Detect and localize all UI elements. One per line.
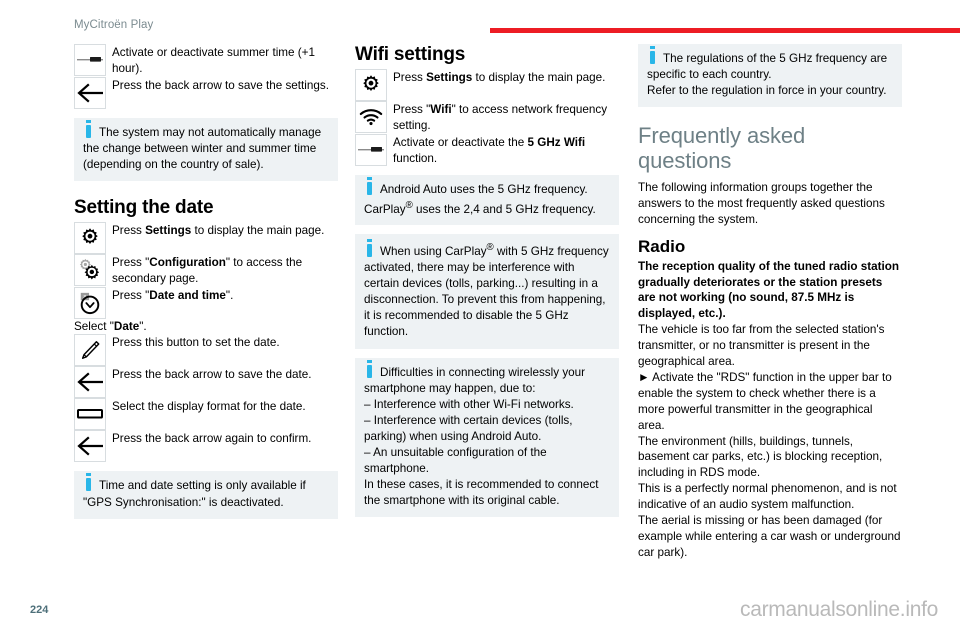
column-right: The regulations of the 5 GHz frequency a… (638, 44, 902, 561)
select-date-line: Select "Date". (74, 319, 147, 333)
info-box-text: Time and date setting is only available … (83, 473, 306, 509)
registered-mark: ® (405, 199, 413, 211)
instruction-row-set-date: Press this button to set the date. (74, 334, 338, 367)
instruction-text: Press the back arrow to save the date. (112, 368, 312, 382)
info-box-regulations: The regulations of the 5 GHz frequency a… (638, 44, 902, 108)
back-arrow-icon (74, 366, 106, 399)
configuration-gears-icon (74, 253, 106, 286)
instruction-row-wifi-press-settings: Press Settings to display the main page. (355, 68, 619, 101)
instruction-row-press-configuration: Press "Configuration" to access the seco… (74, 253, 338, 287)
manual-title: MyCitroën Play (74, 19, 154, 31)
info-icon (86, 119, 91, 138)
page-header: MyCitroën Play (0, 0, 960, 40)
toggle-switch-icon (355, 133, 387, 166)
instruction-row-5ghz-toggle: Activate or deactivate the 5 GHz Wifi fu… (355, 133, 619, 167)
radio-answer-paragraph: This is a perfectly normal phenomenon, a… (638, 482, 897, 512)
radio-question: The reception quality of the tuned radio… (638, 259, 900, 321)
date-and-time-clock-icon: 8 (74, 286, 106, 319)
header-red-rule (490, 28, 960, 33)
info-box-text: When using CarPlay® with 5 GHz frequency… (364, 239, 609, 339)
registered-mark: ® (486, 242, 494, 254)
settings-gear-icon (74, 221, 106, 254)
info-icon (650, 46, 655, 64)
settings-gear-icon (355, 68, 387, 101)
info-icon (367, 177, 372, 196)
info-box-text: Android Auto uses the 5 GHz frequency. C… (364, 177, 596, 216)
radio-answer-paragraph: The vehicle is too far from the selected… (638, 323, 885, 369)
info-bullet: – An unsuitable configuration of the sma… (364, 445, 547, 475)
instruction-row-press-settings: Press Settings to display the main page. (74, 221, 338, 254)
info-closing-text: In these cases, it is recommended to con… (364, 477, 599, 507)
info-box-summer-time: The system may not automatically manage … (74, 117, 338, 181)
page-number: 224 (30, 604, 49, 616)
back-arrow-icon (74, 430, 106, 463)
instruction-text: Select the display format for the date. (112, 400, 306, 414)
radio-answer-paragraph: The aerial is missing or has been damage… (638, 514, 901, 559)
info-bullet: – Interference with other Wi-Fi networks… (364, 397, 574, 411)
column-middle: Wifi settings Press Settings to display … (355, 44, 619, 517)
info-box-text: Difficulties in connecting wirelessly yo… (364, 359, 586, 395)
instruction-row-press-wifi: Press "Wifi" to access network frequency… (355, 100, 619, 134)
instruction-text: Press "Date and time". (112, 288, 234, 302)
instruction-row-save-date: Press the back arrow to save the date. (74, 366, 338, 399)
heading-radio: Radio (638, 237, 686, 257)
instruction-text: Press "Wifi" to access network frequency… (393, 102, 608, 132)
wifi-signal-icon (355, 100, 387, 133)
radio-answer-paragraph: The environment (hills, buildings, tunne… (638, 434, 883, 480)
heading-wifi-settings: Wifi settings (355, 44, 466, 65)
info-bullet: – Interference with certain devices (tol… (364, 413, 573, 443)
heading-setting-the-date: Setting the date (74, 196, 214, 218)
radio-answer-paragraph: ► Activate the "RDS" function in the upp… (638, 370, 892, 432)
instruction-row-display-format: Select the display format for the date. (74, 398, 338, 431)
instruction-text: Press "Configuration" to access the seco… (112, 255, 303, 285)
instruction-row-confirm: Press the back arrow again to confirm. (74, 430, 338, 463)
instruction-text: Press the back arrow to save the setting… (112, 78, 329, 92)
display-format-bar-icon (74, 398, 106, 431)
instruction-row-press-date-and-time: 8 Press "Date and time". (74, 286, 338, 319)
info-box-connection-difficulties: Difficulties in connecting wirelessly yo… (355, 357, 619, 517)
info-icon (367, 239, 372, 258)
info-box-text: The system may not automatically manage … (83, 119, 322, 171)
instruction-row-summer-back: Press the back arrow to save the setting… (74, 76, 338, 109)
instruction-text: Press this button to set the date. (112, 336, 280, 350)
info-box-text-rest: Refer to the regulation in force in your… (647, 84, 887, 98)
info-box-gps-sync: Time and date setting is only available … (74, 471, 338, 519)
info-box-frequencies: Android Auto uses the 5 GHz frequency. C… (355, 175, 619, 226)
info-icon (86, 473, 91, 492)
instruction-row-summer-toggle: Activate or deactivate summer time (+1 h… (74, 44, 338, 77)
instruction-text: Press the back arrow again to confirm. (112, 432, 312, 446)
instruction-text: Activate or deactivate the 5 GHz Wifi fu… (393, 135, 586, 165)
column-left: Activate or deactivate summer time (+1 h… (74, 44, 338, 519)
info-icon (367, 359, 372, 378)
info-box-text: The regulations of the 5 GHz frequency a… (647, 46, 888, 82)
chapter-heading-faq: Frequently asked questions (638, 123, 806, 173)
info-box-carplay-interference: When using CarPlay® with 5 GHz frequency… (355, 234, 619, 349)
pencil-edit-icon (74, 334, 106, 367)
site-watermark: carmanualsonline.info (740, 598, 938, 621)
back-arrow-icon (74, 76, 106, 109)
instruction-text: Activate or deactivate summer time (+1 h… (112, 46, 315, 75)
faq-intro-text: The following information groups togethe… (638, 181, 885, 227)
toggle-switch-icon (74, 44, 106, 76)
instruction-text: Press Settings to display the main page. (393, 70, 606, 84)
instruction-text: Press Settings to display the main page. (112, 223, 325, 237)
